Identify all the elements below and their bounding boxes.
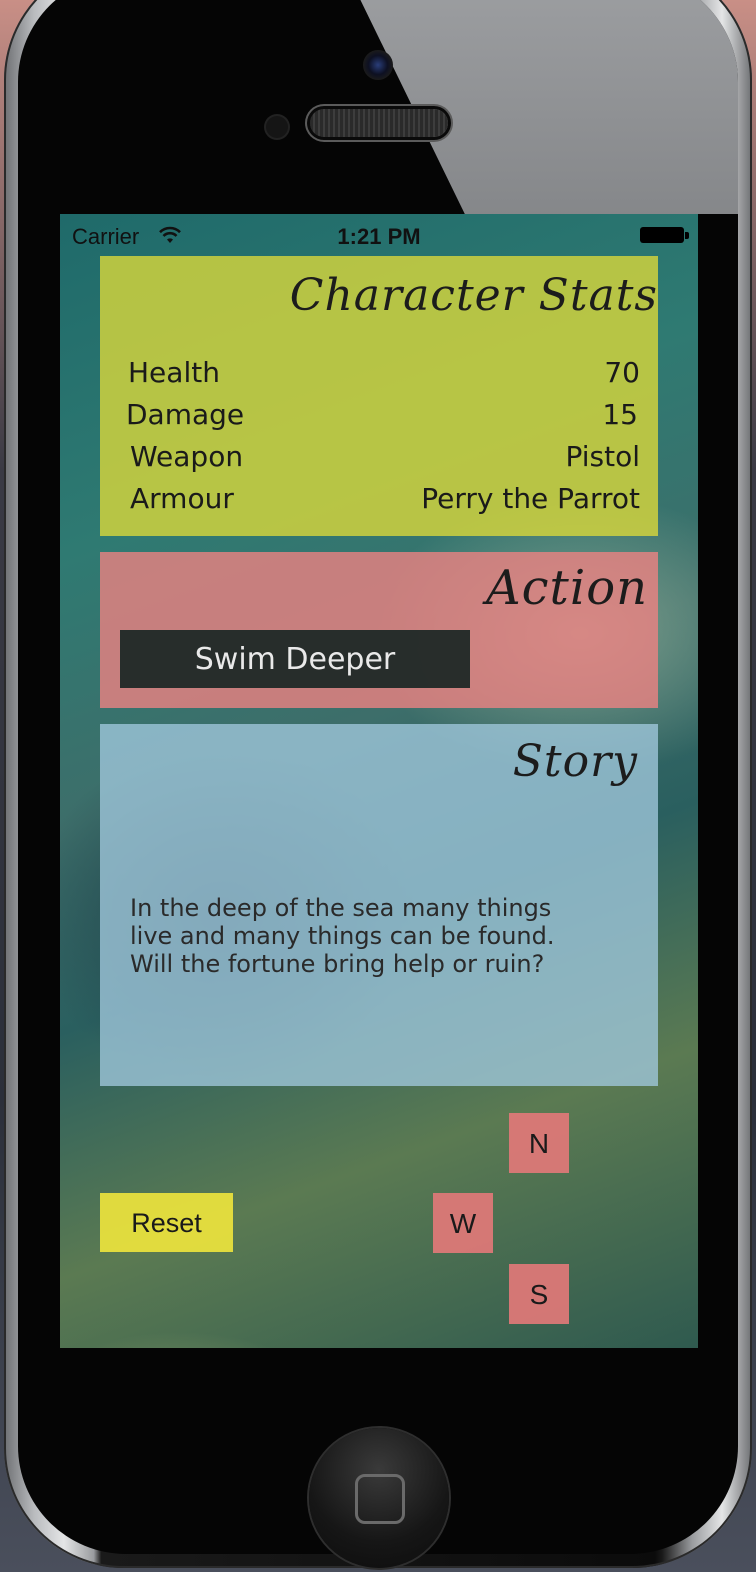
stat-label: Weapon bbox=[130, 440, 244, 473]
glass-glare bbox=[338, 0, 738, 214]
front-camera bbox=[363, 50, 393, 80]
story-panel: Story In the deep of the sea many things… bbox=[100, 724, 658, 1086]
action-title: Action bbox=[486, 560, 648, 616]
home-button[interactable] bbox=[309, 1428, 449, 1568]
home-square-icon bbox=[355, 1474, 405, 1524]
action-panel: Action Swim Deeper bbox=[100, 552, 658, 708]
stat-value: 70 bbox=[604, 356, 640, 389]
character-stats-title: Character Stats bbox=[289, 270, 658, 321]
stat-row-damage: Damage 15 bbox=[126, 398, 638, 440]
south-button[interactable]: S bbox=[509, 1264, 569, 1324]
stat-row-weapon: Weapon Pistol bbox=[130, 440, 640, 482]
proximity-sensor bbox=[266, 116, 288, 138]
earpiece-speaker bbox=[310, 109, 448, 137]
story-text: In the deep of the sea many things live … bbox=[130, 894, 630, 978]
stat-label: Damage bbox=[126, 398, 245, 431]
stat-label: Armour bbox=[130, 482, 234, 515]
character-stats-panel: Character Stats Health 70 Damage 15 Weap… bbox=[100, 256, 658, 536]
battery-icon bbox=[640, 227, 689, 243]
story-line: In the deep of the sea many things bbox=[130, 894, 552, 922]
story-line: live and many things can be found. bbox=[130, 922, 555, 950]
status-time: 1:21 PM bbox=[337, 224, 421, 249]
stat-value: Pistol bbox=[565, 440, 640, 473]
west-button[interactable]: W bbox=[433, 1193, 493, 1253]
story-line: Will the fortune bring help or ruin? bbox=[130, 950, 545, 978]
stat-row-armour: Armour Perry the Parrot bbox=[130, 482, 640, 524]
stat-value: 15 bbox=[602, 398, 638, 431]
stat-value: Perry the Parrot bbox=[421, 482, 640, 515]
stat-row-health: Health 70 bbox=[128, 356, 640, 398]
app-screen: Carrier 1:21 PM Character Stats Health 7… bbox=[60, 214, 698, 1348]
swim-deeper-button[interactable]: Swim Deeper bbox=[120, 630, 470, 688]
north-button[interactable]: N bbox=[509, 1113, 569, 1173]
reset-button[interactable]: Reset bbox=[100, 1193, 233, 1252]
stat-label: Health bbox=[128, 356, 220, 389]
status-bar: Carrier 1:21 PM bbox=[60, 214, 698, 256]
story-title: Story bbox=[512, 736, 638, 787]
